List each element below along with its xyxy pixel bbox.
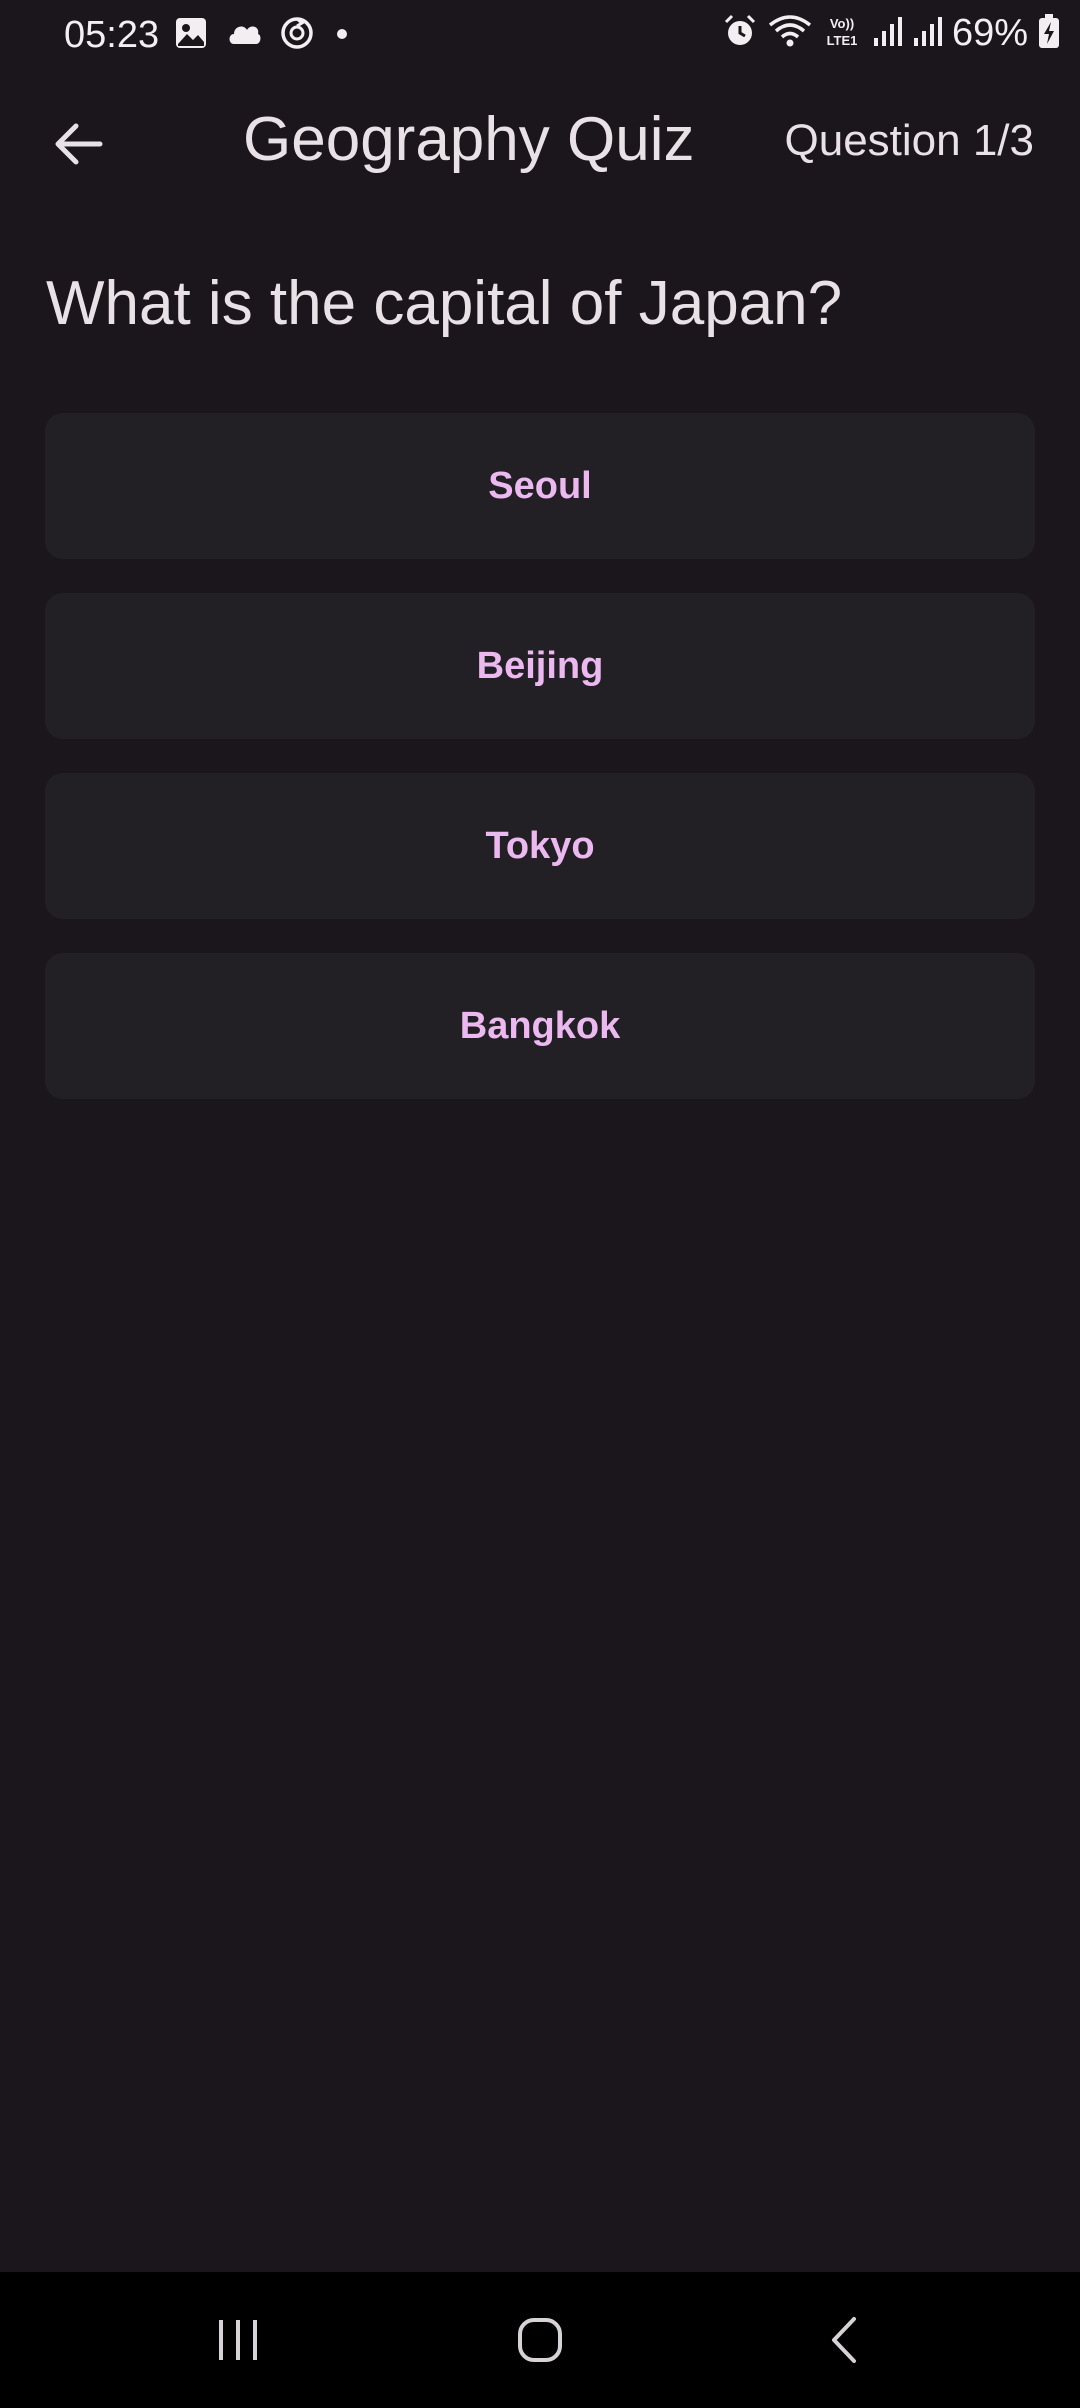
answer-label: Beijing xyxy=(476,644,604,687)
sync-icon xyxy=(280,16,314,55)
status-bar: 05:23 Vo)) LTE1 69% xyxy=(0,0,1080,72)
dot-icon xyxy=(332,16,352,55)
home-button[interactable] xyxy=(500,2302,580,2382)
volte-icon: Vo)) LTE1 xyxy=(822,13,862,54)
battery-percentage: 69% xyxy=(951,12,1028,54)
signal-icon xyxy=(912,14,942,53)
alarm-icon xyxy=(722,13,758,54)
answer-list: Seoul Beijing Tokyo Bangkok xyxy=(45,413,1035,1133)
answer-label: Seoul xyxy=(488,464,592,507)
answer-button-bangkok[interactable]: Bangkok xyxy=(45,953,1035,1099)
navigation-bar xyxy=(0,2272,1080,2408)
back-icon xyxy=(824,2315,864,2370)
question-counter: Question 1/3 xyxy=(784,116,1035,165)
app-bar: Geography Quiz Question 1/3 xyxy=(0,86,1080,202)
answer-button-tokyo[interactable]: Tokyo xyxy=(45,773,1035,919)
answer-button-beijing[interactable]: Beijing xyxy=(45,593,1035,739)
answer-button-seoul[interactable]: Seoul xyxy=(45,413,1035,559)
answer-label: Tokyo xyxy=(485,824,595,867)
svg-text:Vo)): Vo)) xyxy=(830,16,854,31)
recent-apps-icon xyxy=(213,2318,263,2367)
gallery-icon xyxy=(174,16,208,55)
page-title: Geography Quiz xyxy=(243,105,695,174)
nav-back-button[interactable] xyxy=(804,2302,884,2382)
signal-icon xyxy=(872,14,902,53)
svg-text:LTE1: LTE1 xyxy=(827,33,858,48)
home-icon xyxy=(515,2315,565,2370)
status-left-icons xyxy=(174,16,352,55)
cloud-icon xyxy=(226,18,262,53)
battery-icon xyxy=(1038,13,1060,54)
back-button[interactable] xyxy=(40,108,116,184)
wifi-icon xyxy=(768,13,812,54)
status-time: 05:23 xyxy=(64,14,160,56)
recent-apps-button[interactable] xyxy=(198,2302,278,2382)
question-text: What is the capital of Japan? xyxy=(46,269,843,338)
status-right-icons: Vo)) LTE1 69% xyxy=(722,12,1060,55)
answer-label: Bangkok xyxy=(459,1004,621,1047)
arrow-back-icon xyxy=(52,122,104,171)
